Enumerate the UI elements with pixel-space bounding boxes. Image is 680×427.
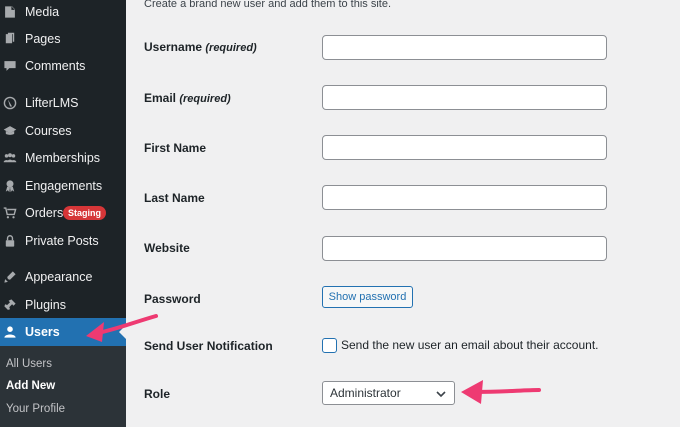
sidebar-item-private-posts[interactable]: Private Posts (0, 227, 126, 255)
sidebar-item-appearance[interactable]: Appearance (0, 263, 126, 291)
chevron-down-icon (436, 388, 446, 398)
password-label: Password (144, 292, 201, 306)
submenu-add-new[interactable]: Add New (6, 380, 55, 392)
sidebar-item-label: Memberships (25, 151, 101, 165)
sidebar-item-memberships[interactable]: Memberships (0, 144, 126, 172)
staging-badge: Staging (63, 206, 106, 220)
send-notification-checkbox-label[interactable]: Send the new user an email about their a… (341, 338, 599, 352)
courses-icon (3, 124, 17, 138)
appearance-icon (3, 270, 17, 284)
media-icon (3, 5, 17, 19)
sidebar-item-label: Private Posts (25, 234, 99, 248)
sidebar-item-courses[interactable]: Courses (0, 117, 126, 145)
last-name-label: Last Name (144, 191, 205, 205)
email-field[interactable] (322, 85, 607, 110)
sidebar-item-lifterlms[interactable]: LifterLMS (0, 89, 126, 117)
email-label: Email (required) (144, 91, 231, 105)
orders-icon (3, 206, 17, 220)
lifterlms-icon (3, 96, 17, 110)
lock-icon (3, 234, 17, 248)
submenu-all-users[interactable]: All Users (6, 358, 52, 370)
role-select-value: Administrator (330, 386, 401, 400)
sidebar-item-label: Engagements (25, 179, 103, 193)
page-description: Create a brand new user and add them to … (144, 0, 392, 10)
website-field[interactable] (322, 236, 607, 261)
sidebar-item-pages[interactable]: Pages (0, 25, 126, 53)
memberships-icon (3, 151, 17, 165)
sidebar-item-label: Courses (25, 124, 72, 138)
submenu-your-profile[interactable]: Your Profile (6, 403, 65, 415)
sidebar-item-label: Plugins (25, 298, 66, 312)
role-label: Role (144, 387, 171, 401)
users-submenu: All Users Add New Your Profile (0, 346, 126, 427)
sidebar-item-orders[interactable]: Orders Staging (0, 199, 126, 227)
annotation-arrow-users (86, 314, 158, 342)
sidebar-item-label: LifterLMS (25, 96, 79, 110)
username-label: Username (required) (144, 40, 257, 54)
sidebar-item-label: Users (25, 325, 60, 339)
annotation-arrow-role (461, 380, 541, 404)
role-select[interactable]: Administrator (322, 381, 455, 405)
show-password-button[interactable]: Show password (322, 286, 413, 308)
website-label: Website (144, 241, 190, 255)
send-notification-label: Send User Notification (144, 339, 273, 353)
users-icon (3, 325, 17, 339)
sidebar-item-label: Media (25, 5, 60, 19)
last-name-field[interactable] (322, 185, 607, 210)
admin-sidebar: Media Pages Comments LifterLMS Courses M… (0, 0, 126, 427)
sidebar-item-label: Appearance (25, 270, 93, 284)
first-name-label: First Name (144, 141, 207, 155)
plugins-icon (3, 298, 17, 312)
sidebar-item-engagements[interactable]: Engagements (0, 172, 126, 200)
comments-icon (3, 59, 17, 73)
sidebar-item-label: Pages (25, 32, 61, 46)
sidebar-item-label: Comments (25, 59, 86, 73)
username-field[interactable] (322, 35, 607, 60)
engagements-icon (3, 179, 17, 193)
sidebar-item-media[interactable]: Media (0, 0, 126, 26)
send-notification-checkbox[interactable] (322, 338, 337, 353)
pages-icon (3, 32, 17, 46)
first-name-field[interactable] (322, 135, 607, 160)
sidebar-item-comments[interactable]: Comments (0, 52, 126, 80)
sidebar-item-label: Orders (25, 206, 64, 220)
